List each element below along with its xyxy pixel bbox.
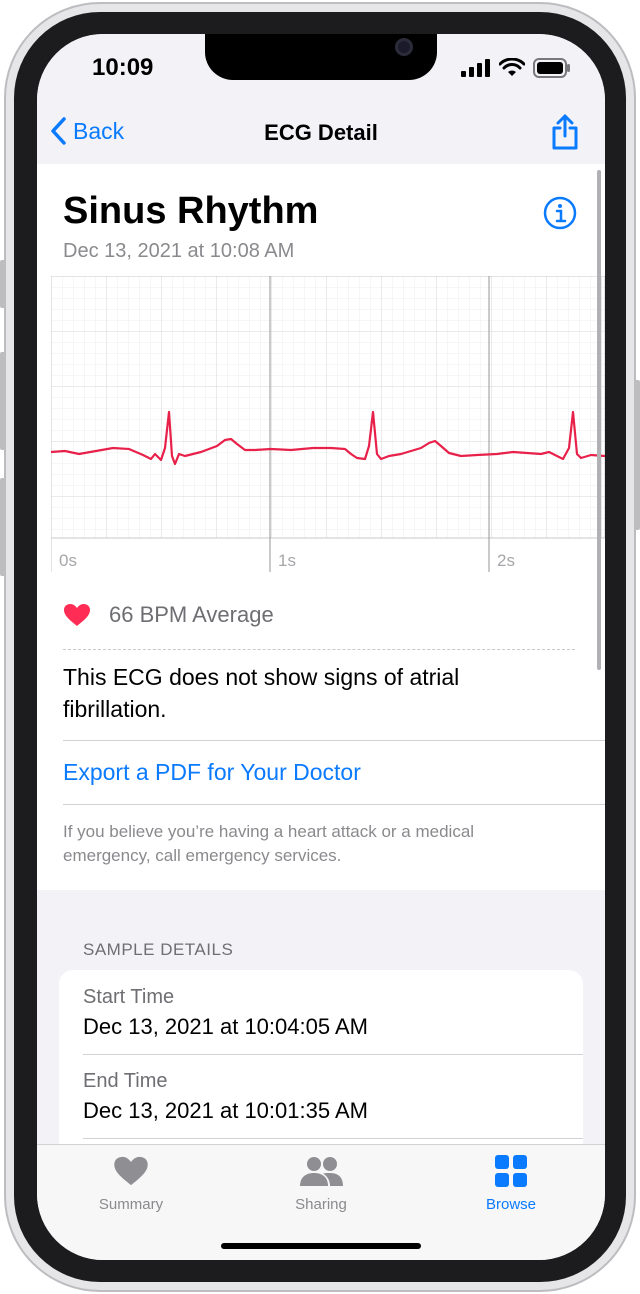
info-icon <box>543 196 577 230</box>
share-icon <box>552 114 578 150</box>
tab-label: Browse <box>485 1196 537 1213</box>
divider <box>63 740 605 741</box>
navigation-bar: Back ECG Detail <box>37 104 605 164</box>
heart-icon <box>64 604 90 626</box>
ecg-time-label: 0s <box>59 551 77 570</box>
side-button <box>0 478 6 576</box>
tab-sharing[interactable]: Sharing <box>261 1155 381 1213</box>
tab-label: Sharing <box>295 1196 347 1213</box>
heart-icon <box>114 1156 148 1186</box>
scroll-indicator[interactable] <box>597 170 601 670</box>
wifi-icon <box>499 58 525 76</box>
status-bar: 10:09 <box>37 34 605 104</box>
rhythm-title: Sinus Rhythm <box>63 190 319 232</box>
cellular-signal-icon <box>461 59 490 77</box>
page-title: ECG Detail <box>264 120 378 145</box>
share-button[interactable] <box>549 112 581 157</box>
status-icons <box>461 58 571 78</box>
tab-summary[interactable]: Summary <box>71 1155 191 1213</box>
export-pdf-link[interactable]: Export a PDF for Your Doctor <box>63 759 361 786</box>
notch <box>205 34 437 80</box>
start-time-value: Dec 13, 2021 at 10:04:05 AM <box>83 1014 368 1039</box>
ecg-grid <box>51 276 605 539</box>
home-indicator[interactable] <box>221 1243 421 1249</box>
recording-date: Dec 13, 2021 at 10:08 AM <box>63 240 295 262</box>
side-button <box>634 380 640 530</box>
ecg-card: Sinus Rhythm Dec 13, 2021 at 10:08 AM 0s… <box>37 164 605 890</box>
tab-browse[interactable]: Browse <box>451 1155 571 1213</box>
divider <box>83 1054 583 1055</box>
ecg-time-label: 1s <box>278 551 296 570</box>
emergency-disclaimer: If you believe you’re having a heart att… <box>63 822 475 865</box>
people-icon <box>300 1157 343 1186</box>
tab-bar: Summary Sharing Browse <box>37 1144 605 1260</box>
divider <box>63 649 575 650</box>
side-button <box>0 260 6 308</box>
grid-icon <box>495 1155 527 1187</box>
end-time-label: End Time <box>83 1070 168 1092</box>
battery-icon <box>533 58 570 78</box>
side-button <box>0 352 6 450</box>
ecg-result-summary: This ECG does not show signs of atrial f… <box>63 664 460 722</box>
bpm-average: 66 BPM Average <box>109 602 274 627</box>
content[interactable]: Sinus Rhythm Dec 13, 2021 at 10:08 AM 0s… <box>37 164 605 1144</box>
ecg-time-label: 2s <box>497 551 515 570</box>
divider <box>83 1138 583 1139</box>
sample-details-header: SAMPLE DETAILS <box>83 940 234 959</box>
ecg-waveform: 0s 1s 2s <box>51 276 605 572</box>
bpm-row: 66 BPM Average <box>63 602 274 628</box>
info-button[interactable] <box>543 196 577 235</box>
status-time: 10:09 <box>92 54 154 81</box>
sample-details-card: Start Time Dec 13, 2021 at 10:04:05 AM E… <box>59 970 583 1144</box>
tab-label: Summary <box>98 1196 164 1213</box>
start-time-label: Start Time <box>83 986 175 1008</box>
end-time-value: Dec 13, 2021 at 10:01:35 AM <box>83 1098 368 1123</box>
divider <box>63 804 605 805</box>
camera-icon <box>395 38 413 56</box>
screen: 10:09 Back ECG Detail Sinus Rhythm Dec 1… <box>37 34 605 1260</box>
